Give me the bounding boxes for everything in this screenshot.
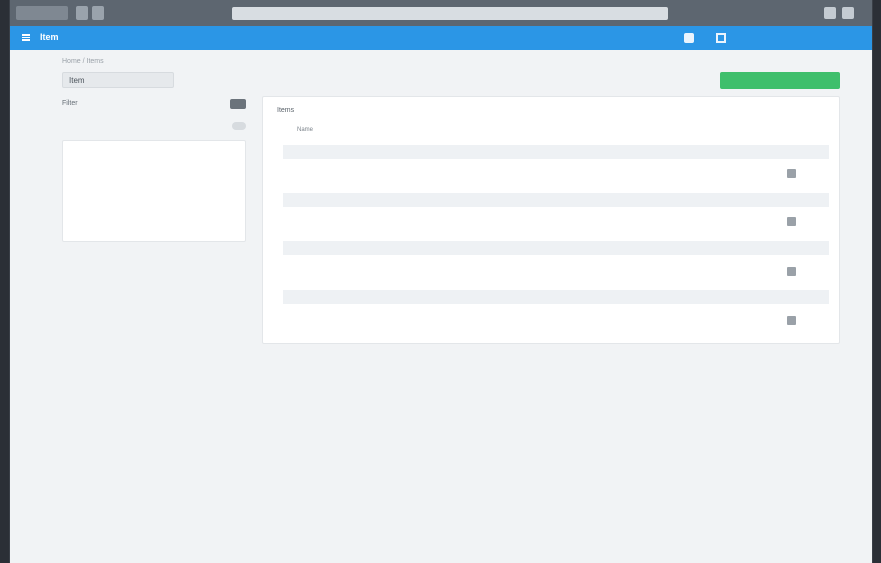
filter-label: Filter [62, 100, 78, 107]
group-header [283, 145, 829, 159]
notification-icon[interactable] [684, 33, 694, 43]
back-icon[interactable] [76, 6, 88, 20]
info-card [62, 140, 246, 242]
minimize-icon[interactable] [824, 7, 836, 19]
app-window: Item Home / Items Item Filter Items Name [10, 0, 872, 563]
group-header [283, 193, 829, 207]
filter-toggle[interactable] [232, 122, 246, 130]
address-bar[interactable] [232, 7, 668, 20]
edit-icon[interactable] [787, 169, 796, 178]
browser-tab[interactable] [16, 6, 68, 20]
edit-icon[interactable] [787, 316, 796, 325]
edit-icon[interactable] [787, 267, 796, 276]
items-card: Items Name [262, 96, 840, 344]
page-title: Item [62, 72, 174, 88]
group-header [283, 241, 829, 255]
app-header: Item [10, 26, 872, 50]
breadcrumb[interactable]: Home / Items [62, 58, 104, 65]
group-header [283, 290, 829, 304]
column-header-name[interactable]: Name [297, 127, 313, 133]
browser-toolbar [10, 0, 872, 26]
menu-icon[interactable] [22, 34, 30, 41]
refresh-icon[interactable] [92, 6, 104, 20]
card-title: Items [277, 107, 295, 114]
apps-icon[interactable] [716, 33, 726, 43]
add-item-button[interactable] [720, 72, 840, 89]
filter-option[interactable] [62, 122, 246, 132]
filter-button[interactable] [230, 99, 246, 109]
close-icon[interactable] [842, 7, 854, 19]
edit-icon[interactable] [787, 217, 796, 226]
brand-title[interactable]: Item [40, 32, 59, 42]
